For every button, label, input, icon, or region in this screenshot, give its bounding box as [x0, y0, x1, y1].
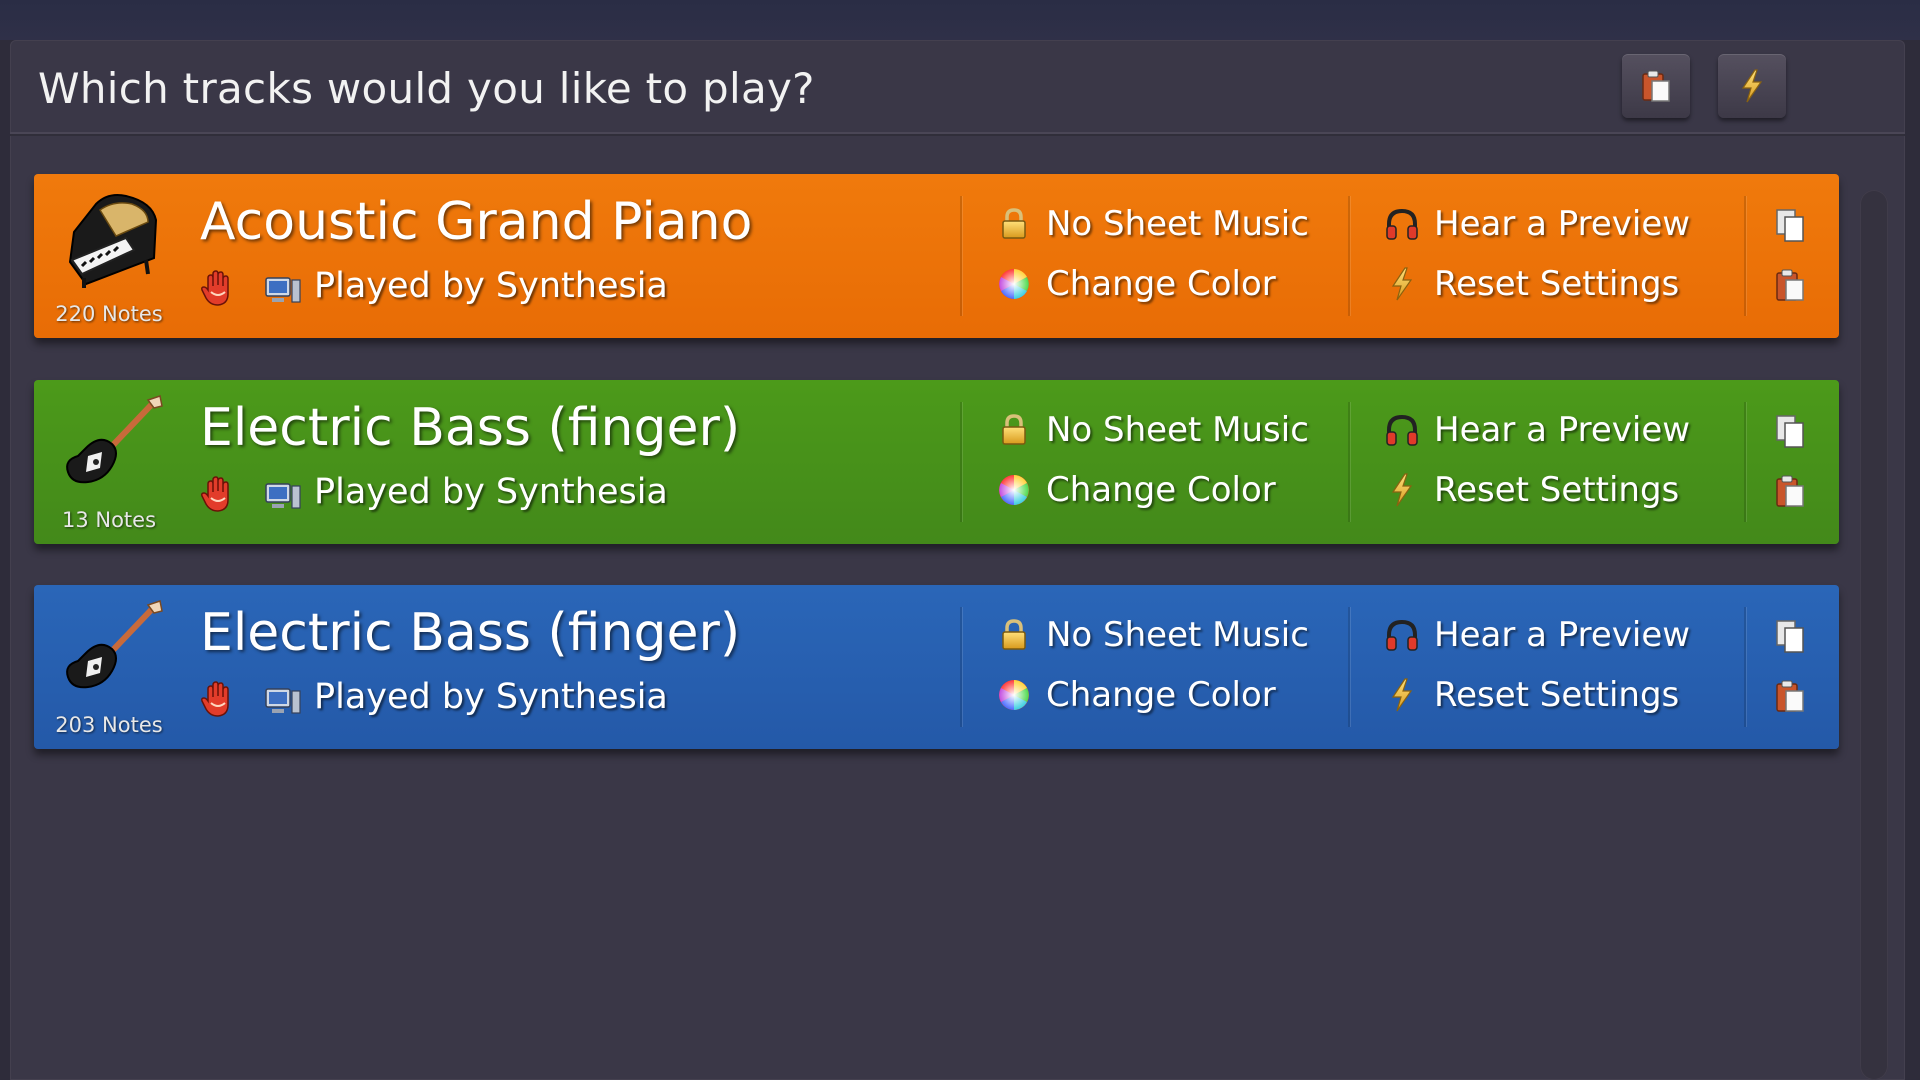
change-color-label: Change Color: [1046, 470, 1276, 510]
color-wheel-icon: [999, 269, 1029, 299]
reset-settings-option[interactable]: Reset Settings: [1382, 675, 1679, 715]
sheet-music-option[interactable]: No Sheet Music: [994, 410, 1309, 450]
note-count: 203 Notes: [55, 713, 163, 737]
paste-settings-button[interactable]: [1769, 470, 1811, 512]
track-name: Acoustic Grand Piano: [200, 192, 753, 252]
divider: [960, 196, 962, 316]
track-row-3[interactable]: 203 Notes Electric Bass (finger) Played …: [34, 585, 1839, 749]
paste-icon: [1776, 680, 1804, 712]
sheet-music-label: No Sheet Music: [1046, 204, 1309, 244]
hear-preview-option[interactable]: Hear a Preview: [1382, 204, 1690, 244]
paste-icon: [1776, 475, 1804, 507]
sheet-music-label: No Sheet Music: [1046, 615, 1309, 655]
sheet-music-option[interactable]: No Sheet Music: [994, 615, 1309, 655]
paste-icon: [1642, 70, 1670, 102]
copy-icon: [1776, 209, 1804, 242]
lightning-icon: [1741, 69, 1763, 103]
sheet-music-option[interactable]: No Sheet Music: [994, 204, 1309, 244]
divider: [1744, 402, 1746, 522]
note-count: 13 Notes: [61, 508, 157, 532]
divider: [960, 402, 962, 522]
computer-icon: [265, 483, 301, 509]
divider: [960, 607, 962, 727]
grand-piano-icon: [68, 194, 158, 288]
hear-preview-option[interactable]: Hear a Preview: [1382, 410, 1690, 450]
copy-settings-button[interactable]: [1769, 615, 1811, 657]
change-color-option[interactable]: Change Color: [994, 264, 1276, 304]
computer-icon: [265, 277, 301, 303]
divider: [1348, 402, 1350, 522]
change-color-label: Change Color: [1046, 675, 1276, 715]
player-label[interactable]: Played by Synthesia: [314, 677, 668, 717]
page-title: Which tracks would you like to play?: [38, 64, 815, 113]
track-list-scrollbar[interactable]: [1860, 190, 1888, 1080]
reset-settings-option[interactable]: Reset Settings: [1382, 470, 1679, 510]
lock-icon: [1002, 414, 1026, 445]
color-wheel-icon: [999, 680, 1029, 710]
paste-settings-button[interactable]: [1769, 675, 1811, 717]
reset-settings-label: Reset Settings: [1434, 675, 1680, 715]
color-wheel-icon: [999, 475, 1029, 505]
guitar-icon: [66, 395, 163, 484]
hear-preview-label: Hear a Preview: [1434, 410, 1691, 450]
paste-settings-button[interactable]: [1622, 54, 1690, 118]
track-row-2[interactable]: 13 Notes Electric Bass (finger) Played b…: [34, 380, 1839, 544]
guitar-icon: [66, 600, 163, 689]
player-label[interactable]: Played by Synthesia: [314, 266, 668, 306]
divider: [1348, 607, 1350, 727]
hand-icon[interactable]: [198, 474, 238, 514]
headphones-icon: [1386, 208, 1418, 240]
track-row-1[interactable]: 220 Notes Acoustic Grand Piano Played by…: [34, 174, 1839, 338]
headphones-icon: [1386, 414, 1418, 446]
copy-settings-button[interactable]: [1769, 410, 1811, 452]
lightning-icon: [1391, 678, 1413, 712]
track-name: Electric Bass (finger): [200, 603, 741, 663]
hand-icon[interactable]: [198, 679, 238, 719]
window-top-strip: [0, 0, 1920, 40]
lightning-icon: [1391, 267, 1413, 301]
lightning-icon: [1391, 473, 1413, 507]
hear-preview-option[interactable]: Hear a Preview: [1382, 615, 1690, 655]
player-label[interactable]: Played by Synthesia: [314, 472, 668, 512]
divider: [1744, 196, 1746, 316]
paste-icon: [1776, 269, 1804, 301]
reset-all-button[interactable]: [1718, 54, 1786, 118]
change-color-option[interactable]: Change Color: [994, 675, 1276, 715]
copy-icon: [1776, 415, 1804, 448]
lock-icon: [1002, 619, 1026, 650]
copy-icon: [1776, 620, 1804, 653]
hear-preview-label: Hear a Preview: [1434, 615, 1691, 655]
headphones-icon: [1386, 619, 1418, 651]
computer-icon: [265, 688, 301, 714]
hand-icon[interactable]: [198, 268, 238, 308]
reset-settings-option[interactable]: Reset Settings: [1382, 264, 1679, 304]
panel-header: Which tracks would you like to play?: [10, 40, 1905, 134]
hear-preview-label: Hear a Preview: [1434, 204, 1691, 244]
track-name: Electric Bass (finger): [200, 398, 741, 458]
sheet-music-label: No Sheet Music: [1046, 410, 1309, 450]
divider: [1744, 607, 1746, 727]
paste-settings-button[interactable]: [1769, 264, 1811, 306]
track-selection-panel: Which tracks would you like to play? 220…: [10, 40, 1905, 1080]
change-color-label: Change Color: [1046, 264, 1276, 304]
divider: [1348, 196, 1350, 316]
copy-settings-button[interactable]: [1769, 204, 1811, 246]
note-count: 220 Notes: [55, 302, 163, 326]
change-color-option[interactable]: Change Color: [994, 470, 1276, 510]
reset-settings-label: Reset Settings: [1434, 264, 1680, 304]
reset-settings-label: Reset Settings: [1434, 470, 1680, 510]
lock-icon: [1002, 208, 1026, 239]
